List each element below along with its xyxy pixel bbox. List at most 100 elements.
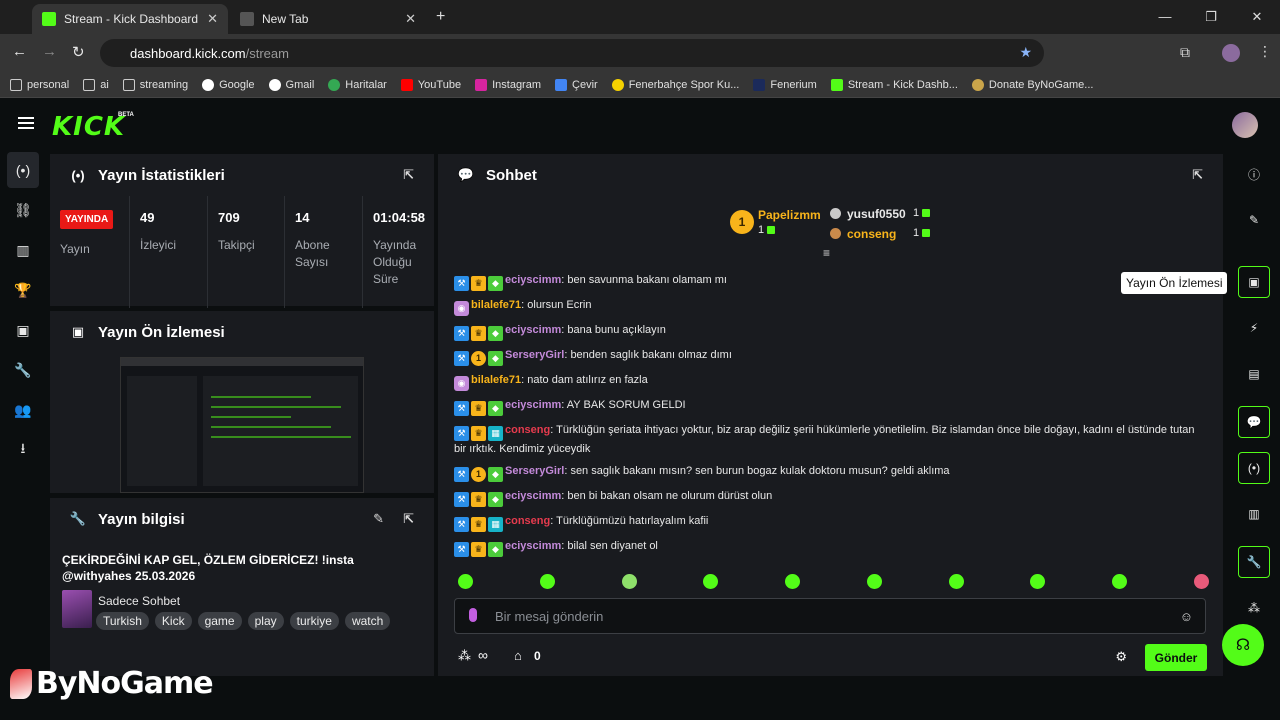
chat-username[interactable]: SerseryGirl bbox=[505, 349, 564, 361]
video-settings-icon[interactable]: ▥ bbox=[1238, 498, 1270, 530]
bookmark-fenerium[interactable]: Fenerium bbox=[753, 78, 817, 91]
bookmark-fenerbahce[interactable]: Fenerbahçe Spor Ku... bbox=[611, 78, 739, 91]
popout-icon[interactable]: ⇱ bbox=[403, 167, 414, 183]
bookmark-personal[interactable]: personal bbox=[10, 78, 69, 91]
chat-toggle-icon[interactable]: 💬 bbox=[1238, 406, 1270, 438]
users-nav-icon[interactable]: 👥 bbox=[7, 392, 39, 428]
profile-icon[interactable] bbox=[1222, 44, 1240, 62]
moderator-badge-icon: ⚒ bbox=[454, 517, 469, 532]
leader-name[interactable]: conseng bbox=[847, 227, 896, 241]
url-path: /stream bbox=[245, 45, 289, 61]
tag[interactable]: Turkish bbox=[96, 612, 149, 630]
og-badge-icon: ◉ bbox=[454, 301, 469, 316]
menu-icon[interactable] bbox=[18, 117, 34, 129]
close-window-icon[interactable]: ✕ bbox=[1234, 0, 1280, 34]
chat-username[interactable]: eciyscimm bbox=[505, 540, 561, 552]
edit-icon[interactable]: ✎ bbox=[373, 511, 384, 527]
chat-username[interactable]: eciyscimm bbox=[505, 274, 561, 286]
url-host: dashboard.kick.com bbox=[130, 45, 246, 61]
chat-username[interactable]: bilalefe71 bbox=[471, 299, 521, 311]
leader-name[interactable]: yusuf0550 bbox=[847, 207, 906, 221]
emote-icon[interactable] bbox=[866, 574, 882, 589]
chat-username[interactable]: eciyscimm bbox=[505, 399, 561, 411]
new-tab-button[interactable]: + bbox=[436, 8, 445, 26]
bookmark-cevir[interactable]: Çevir bbox=[555, 78, 598, 91]
close-tab-icon[interactable]: ✕ bbox=[207, 11, 218, 27]
emote-icon[interactable] bbox=[458, 574, 473, 589]
channel-points-icon[interactable]: ⁂ bbox=[458, 648, 471, 664]
tag[interactable]: play bbox=[247, 612, 284, 630]
minimize-icon[interactable]: — bbox=[1142, 0, 1188, 34]
url-input[interactable]: dashboard.kick.com/stream ★ bbox=[100, 39, 1044, 67]
chat-username[interactable]: eciyscimm bbox=[505, 324, 561, 336]
reload-icon[interactable]: ↻ bbox=[72, 43, 85, 61]
share-icon[interactable]: ⁂ bbox=[1238, 592, 1270, 624]
extensions-icon[interactable]: ⧉ bbox=[1180, 44, 1190, 61]
download-nav-icon[interactable]: ⭳ bbox=[7, 432, 39, 468]
stats-toggle-icon[interactable]: (•) bbox=[1238, 452, 1270, 484]
tab-kick-dashboard[interactable]: Stream - Kick Dashboard ✕ bbox=[32, 4, 228, 34]
browser-menu-icon[interactable]: ⋮ bbox=[1258, 43, 1272, 60]
emote-icon[interactable] bbox=[1030, 574, 1046, 589]
chat-username[interactable]: eciyscimm bbox=[505, 490, 561, 502]
quick-actions-icon[interactable]: ⚡ bbox=[1238, 312, 1270, 344]
user-avatar[interactable] bbox=[1232, 112, 1258, 138]
tag[interactable]: Kick bbox=[154, 612, 192, 630]
close-tab-icon[interactable]: ✕ bbox=[405, 11, 416, 27]
popout-icon[interactable]: ⇱ bbox=[1192, 167, 1203, 183]
bookmark-youtube[interactable]: YouTube bbox=[400, 78, 461, 91]
stat-value: 49 bbox=[140, 210, 155, 225]
popout-icon[interactable]: ⇱ bbox=[403, 511, 414, 527]
stream-info-toggle-icon[interactable]: 🔧 bbox=[1238, 546, 1270, 578]
send-button[interactable]: Gönder bbox=[1145, 644, 1207, 671]
chat-settings-icon[interactable]: ⚙ bbox=[1115, 649, 1127, 665]
bookmark-streaming[interactable]: streaming bbox=[122, 78, 188, 91]
trophy-nav-icon[interactable]: 🏆 bbox=[7, 272, 39, 308]
bookmark-donate-bynogame[interactable]: Donate ByNoGame... bbox=[971, 78, 1093, 91]
emote-icon[interactable] bbox=[1193, 574, 1209, 589]
bookmark-star-icon[interactable]: ★ bbox=[1019, 44, 1032, 61]
tab-new-tab[interactable]: New Tab ✕ bbox=[230, 4, 426, 34]
info-icon[interactable]: ⓘ bbox=[1238, 158, 1270, 190]
leader-name[interactable]: Papelizmm bbox=[758, 208, 821, 222]
emoji-picker-icon[interactable]: ☺ bbox=[1180, 609, 1193, 624]
expand-leaderboard-icon[interactable]: ≡ bbox=[823, 246, 830, 260]
kick-logo[interactable]: KICK bbox=[52, 112, 125, 142]
store-icon[interactable]: ⌂ bbox=[514, 648, 522, 663]
analytics-nav-icon[interactable]: ▥ bbox=[7, 232, 39, 268]
emote-icon[interactable] bbox=[1112, 574, 1128, 589]
emote-icon[interactable] bbox=[621, 574, 637, 589]
chat-username[interactable]: conseng bbox=[505, 515, 550, 527]
bookmark-gmail[interactable]: Gmail bbox=[268, 78, 314, 91]
tag[interactable]: turkiye bbox=[289, 612, 339, 630]
chat-text: : ben savunma bakanı olamam mı bbox=[561, 274, 727, 286]
back-icon[interactable]: ← bbox=[12, 43, 27, 60]
bookmark-kick-dashboard[interactable]: Stream - Kick Dashb... bbox=[830, 78, 958, 91]
help-headset-icon[interactable]: ☊ bbox=[1222, 624, 1264, 666]
tools-nav-icon[interactable]: 🔧 bbox=[7, 352, 39, 388]
notes-icon[interactable]: ▤ bbox=[1238, 358, 1270, 390]
emote-icon[interactable] bbox=[785, 574, 801, 589]
tag[interactable]: watch bbox=[344, 612, 391, 630]
stream-preview-toggle-icon[interactable]: ▣ bbox=[1238, 266, 1270, 298]
forward-icon[interactable]: → bbox=[42, 43, 57, 60]
bookmark-google[interactable]: Google bbox=[202, 78, 255, 91]
stream-preview-thumbnail[interactable] bbox=[120, 357, 364, 493]
emote-icon[interactable] bbox=[539, 574, 555, 589]
chat-message-input[interactable]: Bir mesaj gönderin ☺ bbox=[454, 598, 1206, 634]
emote-icon[interactable] bbox=[948, 574, 964, 589]
stream-nav-icon[interactable]: (•) bbox=[7, 152, 39, 188]
maximize-icon[interactable]: ❐ bbox=[1188, 0, 1234, 34]
link-nav-icon[interactable]: ⛓ bbox=[7, 192, 39, 228]
microphone-icon[interactable] bbox=[469, 608, 477, 622]
chat-username[interactable]: SerseryGirl bbox=[505, 465, 564, 477]
tag[interactable]: game bbox=[197, 612, 242, 630]
emote-icon[interactable] bbox=[703, 574, 719, 589]
edit-stream-icon[interactable]: ✎ bbox=[1238, 204, 1270, 236]
bookmark-instagram[interactable]: Instagram bbox=[475, 78, 541, 91]
bookmark-ai[interactable]: ai bbox=[83, 78, 109, 91]
video-nav-icon[interactable]: ▣ bbox=[7, 312, 39, 348]
chat-username[interactable]: conseng bbox=[505, 424, 550, 436]
bookmark-haritalar[interactable]: Haritalar bbox=[328, 78, 387, 91]
chat-username[interactable]: bilalefe71 bbox=[471, 374, 521, 386]
